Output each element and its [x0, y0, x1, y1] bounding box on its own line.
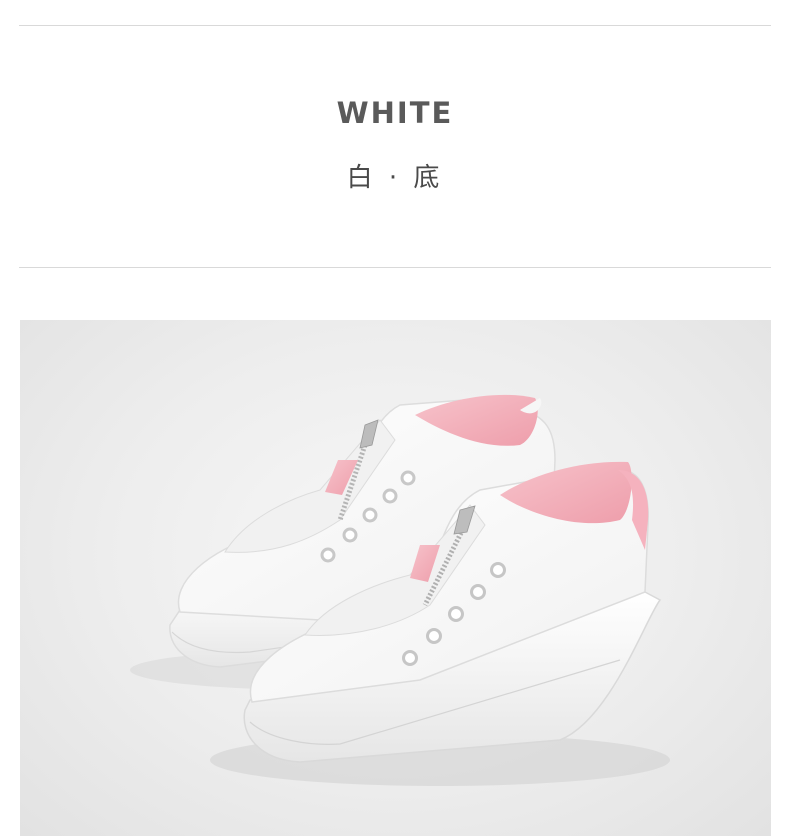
sneakers-illustration [130, 394, 670, 786]
color-title: WHITE [336, 96, 454, 130]
bottom-divider [19, 267, 771, 268]
product-color-section: WHITE 白 · 底 [0, 0, 790, 836]
top-divider [19, 25, 771, 26]
color-subtitle: 白 · 底 [346, 163, 444, 193]
product-photo [20, 320, 771, 836]
